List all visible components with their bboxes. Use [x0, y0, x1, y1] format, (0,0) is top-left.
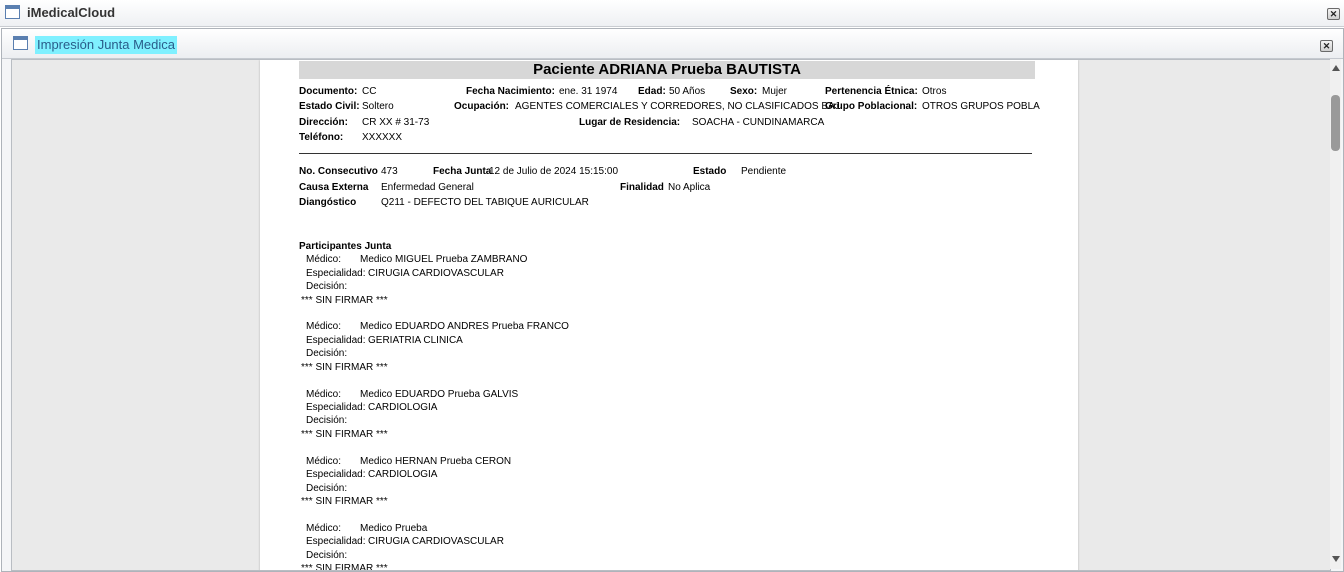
label-consecutivo: No. Consecutivo [299, 166, 378, 177]
participant-medico-label: Médico: [306, 254, 342, 265]
value-fecha-nacimiento: ene. 31 1974 [559, 86, 618, 97]
value-estado: Pendiente [741, 166, 787, 177]
label-telefono: Teléfono: [299, 132, 344, 143]
participant-decision-label: Decisión: [306, 281, 348, 292]
label-sexo: Sexo: [730, 86, 758, 97]
participant-decision-label: Decisión: [306, 550, 348, 561]
value-documento: CC [362, 86, 377, 97]
label-estado-civil: Estado Civil: [299, 101, 360, 112]
value-lugar-residencia: SOACHA - CUNDINAMARCA [692, 117, 825, 128]
value-causa-externa: Enfermedad General [381, 182, 474, 193]
label-fecha-junta: Fecha Junta [433, 166, 492, 177]
value-telefono: XXXXXX [362, 132, 403, 143]
value-diagnostico: Q211 - DEFECTO DEL TABIQUE AURICULAR [381, 197, 589, 208]
app-close-button[interactable]: ✕ [1327, 8, 1340, 20]
value-consecutivo: 473 [381, 166, 398, 177]
participant-firma: *** SIN FIRMAR *** [301, 429, 388, 440]
participant-especialidad-label: Especialidad: [306, 335, 366, 346]
report-page: Paciente ADRIANA Prueba BAUTISTA Documen… [260, 60, 1078, 571]
label-lugar-residencia: Lugar de Residencia: [579, 117, 681, 128]
participant-firma: *** SIN FIRMAR *** [301, 563, 388, 571]
scroll-down-arrow-icon[interactable] [1332, 556, 1340, 562]
scroll-up-arrow-icon[interactable] [1332, 65, 1340, 71]
participant-especialidad: CARDIOLOGIA [368, 469, 438, 480]
label-fecha-nacimiento: Fecha Nacimiento: [466, 86, 555, 97]
value-ocupacion: AGENTES COMERCIALES Y CORREDORES, NO CLA… [515, 101, 840, 112]
scroll-thumb[interactable] [1331, 95, 1340, 151]
app-title: iMedicalCloud [27, 5, 116, 20]
window-icon [5, 5, 20, 19]
value-finalidad: No Aplica [668, 182, 711, 193]
value-edad: 50 Años [669, 86, 706, 97]
value-pertenencia: Otros [922, 86, 947, 97]
viewer-scrollbar[interactable] [1330, 59, 1341, 569]
panel-icon [13, 36, 28, 50]
label-finalidad: Finalidad [620, 182, 664, 193]
label-grupo: Grupo Poblacional: [825, 101, 918, 112]
label-causa-externa: Causa Externa [299, 182, 369, 193]
participant-medico-label: Médico: [306, 389, 342, 400]
participant-medico-label: Médico: [306, 523, 342, 534]
participant-especialidad: CARDIOLOGIA [368, 402, 438, 413]
participant-especialidad: GERIATRIA CLINICA [368, 335, 463, 346]
participant-especialidad-label: Especialidad: [306, 469, 366, 480]
participant-medico: Medico HERNAN Prueba CERON [360, 456, 512, 467]
participant-especialidad-label: Especialidad: [306, 402, 366, 413]
participant-medico: Medico Prueba [360, 523, 428, 534]
panel-title: Impresión Junta Medica [35, 36, 178, 54]
participant-especialidad: CIRUGIA CARDIOVASCULAR [368, 536, 504, 547]
participant-especialidad: CIRUGIA CARDIOVASCULAR [368, 268, 504, 279]
value-grupo: OTROS GRUPOS POBLA [922, 101, 1040, 112]
participant-especialidad-label: Especialidad: [306, 536, 366, 547]
report-panel: Impresión Junta Medica ✕ Paciente ADRIAN… [1, 28, 1344, 572]
label-documento: Documento: [299, 86, 358, 97]
value-estado-civil: Soltero [362, 101, 394, 112]
participant-medico: Medico MIGUEL Prueba ZAMBRANO [360, 254, 528, 265]
label-pertenencia: Pertenencia Étnica: [825, 86, 918, 97]
patient-header: Paciente ADRIANA Prueba BAUTISTA [299, 61, 1035, 79]
participant-firma: *** SIN FIRMAR *** [301, 496, 388, 507]
participant-medico-label: Médico: [306, 321, 342, 332]
panel-close-button[interactable]: ✕ [1320, 40, 1333, 52]
participants-heading: Participantes Junta [299, 241, 392, 252]
participant-firma: *** SIN FIRMAR *** [301, 362, 388, 373]
participant-decision-label: Decisión: [306, 483, 348, 494]
participant-medico: Medico EDUARDO ANDRES Prueba FRANCO [360, 321, 569, 332]
section-divider [299, 153, 1032, 154]
participant-decision-label: Decisión: [306, 415, 348, 426]
value-fecha-junta: 12 de Julio de 2024 15:15:00 [489, 166, 618, 177]
label-estado: Estado [693, 166, 727, 177]
label-direccion: Dirección: [299, 117, 348, 128]
participant-medico-label: Médico: [306, 456, 342, 467]
report-viewer[interactable]: Paciente ADRIANA Prueba BAUTISTA Documen… [11, 59, 1331, 571]
participant-firma: *** SIN FIRMAR *** [301, 295, 388, 306]
participant-decision-label: Decisión: [306, 348, 348, 359]
label-edad: Edad: [638, 86, 666, 97]
value-sexo: Mujer [762, 86, 788, 97]
app-titlebar: iMedicalCloud ✕ [0, 0, 1344, 27]
participant-medico: Medico EDUARDO Prueba GALVIS [360, 389, 519, 400]
participant-especialidad-label: Especialidad: [306, 268, 366, 279]
label-ocupacion: Ocupación: [454, 101, 510, 112]
label-diagnostico: Diangóstico [299, 197, 357, 208]
value-direccion: CR XX # 31-73 [362, 117, 430, 128]
panel-header: Impresión Junta Medica ✕ [2, 29, 1343, 59]
